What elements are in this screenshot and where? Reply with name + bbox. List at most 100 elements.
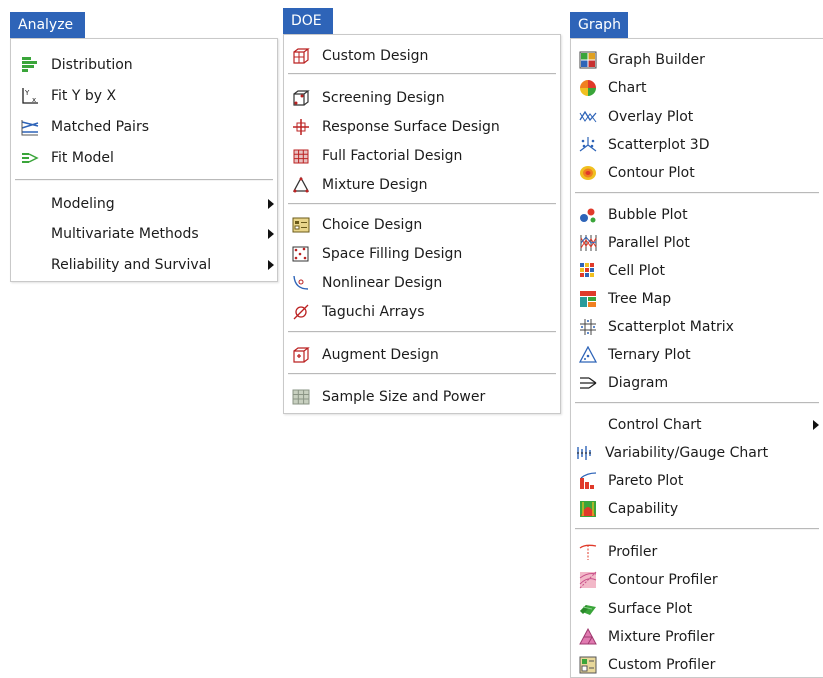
menu-item-surface-plot[interactable]: Surface Plot — [571, 596, 823, 622]
menu-item-tree-map[interactable]: Tree Map — [571, 286, 823, 312]
menu-item-label: Overlay Plot — [608, 109, 694, 125]
menu-item-label: Cell Plot — [608, 263, 666, 279]
menu-item-bubble-plot[interactable]: Bubble Plot — [571, 202, 823, 228]
menu-item-ternary-plot[interactable]: Ternary Plot — [571, 342, 823, 368]
menu-item-label: Sample Size and Power — [322, 389, 486, 405]
choice-design-icon — [292, 216, 310, 234]
menu-item-diagram[interactable]: Diagram — [571, 370, 823, 396]
diagram-icon — [579, 374, 597, 392]
menu-item-label: Multivariate Methods — [51, 226, 199, 242]
menu-item-mixture-design[interactable]: Mixture Design — [284, 172, 560, 198]
menu-item-label: Contour Profiler — [608, 572, 718, 588]
menu-item-control-chart[interactable]: Control Chart — [571, 412, 823, 438]
submenu-arrow-icon — [268, 260, 274, 270]
menu-item-custom-design[interactable]: Custom Design — [284, 43, 560, 69]
menu-item-mixture-profiler[interactable]: Mixture Profiler — [571, 624, 823, 650]
menu-item-contour-plot[interactable]: Contour Plot — [571, 160, 823, 186]
taguchi-arrays-icon — [292, 303, 310, 321]
menu-separator — [15, 179, 273, 181]
analyze-menu-title[interactable]: Analyze — [10, 12, 85, 39]
menu-item-graph-builder[interactable]: Graph Builder — [571, 47, 823, 73]
menu-item-label: Surface Plot — [608, 601, 693, 617]
scatterplot-matrix-icon — [579, 318, 597, 336]
menu-item-augment-design[interactable]: Augment Design — [284, 342, 560, 368]
menu-item-modeling[interactable]: Modeling — [11, 191, 277, 217]
matched-pairs-icon — [21, 118, 39, 136]
menu-item-scatterplot-3d[interactable]: Scatterplot 3D — [571, 132, 823, 158]
menu-item-label: Fit Y by X — [51, 88, 117, 104]
menu-item-label: Pareto Plot — [608, 473, 684, 489]
menu-item-reliability-and-survival[interactable]: Reliability and Survival — [11, 252, 277, 278]
menu-item-label: Ternary Plot — [608, 347, 691, 363]
menu-item-profiler[interactable]: Profiler — [571, 539, 823, 565]
menu-item-label: Modeling — [51, 196, 115, 212]
menu-item-label: Parallel Plot — [608, 235, 690, 251]
submenu-arrow-icon — [268, 199, 274, 209]
menu-item-label: Fit Model — [51, 150, 114, 166]
chart-icon — [579, 79, 597, 97]
response-surface-icon — [292, 118, 310, 136]
fit-y-by-x-icon: Yx — [21, 87, 39, 105]
menu-item-taguchi-arrays[interactable]: Taguchi Arrays — [284, 299, 560, 325]
menu-item-label: Space Filling Design — [322, 246, 463, 262]
menu-item-variability-gauge-chart[interactable]: Variability/Gauge Chart — [571, 440, 823, 466]
menu-item-label: Capability — [608, 501, 679, 517]
profiler-icon — [579, 543, 597, 561]
menu-item-full-factorial-design[interactable]: Full Factorial Design — [284, 143, 560, 169]
menu-item-label: Custom Profiler — [608, 657, 716, 673]
mixture-profiler-icon — [579, 628, 597, 646]
menu-item-multivariate-methods[interactable]: Multivariate Methods — [11, 221, 277, 247]
doe-menu-title[interactable]: DOE — [283, 8, 333, 35]
menu-item-distribution[interactable]: Distribution — [11, 52, 277, 78]
menu-item-label: Control Chart — [608, 417, 702, 433]
graph-builder-icon — [579, 51, 597, 69]
menu-item-parallel-plot[interactable]: Parallel Plot — [571, 230, 823, 256]
parallel-plot-icon — [579, 234, 597, 252]
contour-profiler-icon — [579, 571, 597, 589]
menu-item-capability[interactable]: Capability — [571, 496, 823, 522]
menu-item-label: Profiler — [608, 544, 658, 560]
menu-item-overlay-plot[interactable]: Overlay Plot — [571, 104, 823, 130]
menu-item-label: Full Factorial Design — [322, 148, 463, 164]
menu-item-response-surface-design[interactable]: Response Surface Design — [284, 114, 560, 140]
menu-item-label: Tree Map — [608, 291, 672, 307]
menu-item-label: Nonlinear Design — [322, 275, 443, 291]
menu-separator — [575, 402, 819, 404]
menu-item-label: Scatterplot Matrix — [608, 319, 734, 335]
cell-plot-icon — [579, 262, 597, 280]
svg-text:Y: Y — [24, 89, 30, 97]
menu-item-contour-profiler[interactable]: Contour Profiler — [571, 567, 823, 593]
menu-separator — [288, 331, 556, 333]
menu-item-cell-plot[interactable]: Cell Plot — [571, 258, 823, 284]
menu-item-label: Graph Builder — [608, 52, 705, 68]
menu-item-space-filling-design[interactable]: Space Filling Design — [284, 241, 560, 267]
menu-item-pareto-plot[interactable]: Pareto Plot — [571, 468, 823, 494]
doe-menu: Custom Design Screening Design Response … — [283, 34, 561, 414]
svg-text:x: x — [32, 96, 36, 104]
menu-separator — [288, 203, 556, 205]
custom-profiler-icon — [579, 656, 597, 674]
menu-item-label: Reliability and Survival — [51, 257, 212, 273]
menu-item-matched-pairs[interactable]: Matched Pairs — [11, 114, 277, 140]
menu-separator — [575, 192, 819, 194]
analyze-menu: Distribution Yx Fit Y by X Matched Pairs… — [10, 38, 278, 282]
menu-item-label: Chart — [608, 80, 647, 96]
menu-item-screening-design[interactable]: Screening Design — [284, 85, 560, 111]
menu-item-label: Augment Design — [322, 347, 439, 363]
bubble-plot-icon — [579, 206, 597, 224]
menu-item-custom-profiler[interactable]: Custom Profiler — [571, 652, 823, 678]
menu-item-fit-model[interactable]: Fit Model — [11, 145, 277, 171]
menu-item-scatterplot-matrix[interactable]: Scatterplot Matrix — [571, 314, 823, 340]
menu-item-sample-size-and-power[interactable]: Sample Size and Power — [284, 384, 560, 410]
menu-item-label: Distribution — [51, 57, 133, 73]
menu-item-nonlinear-design[interactable]: Nonlinear Design — [284, 270, 560, 296]
contour-plot-icon — [579, 164, 597, 182]
ternary-plot-icon — [579, 346, 597, 364]
menu-item-label: Mixture Profiler — [608, 629, 715, 645]
menu-item-chart[interactable]: Chart — [571, 75, 823, 101]
menu-item-fit-y-by-x[interactable]: Yx Fit Y by X — [11, 83, 277, 109]
overlay-plot-icon — [579, 108, 597, 126]
menu-item-choice-design[interactable]: Choice Design — [284, 212, 560, 238]
graph-menu-title[interactable]: Graph — [570, 12, 628, 39]
menu-item-label: Diagram — [608, 375, 669, 391]
